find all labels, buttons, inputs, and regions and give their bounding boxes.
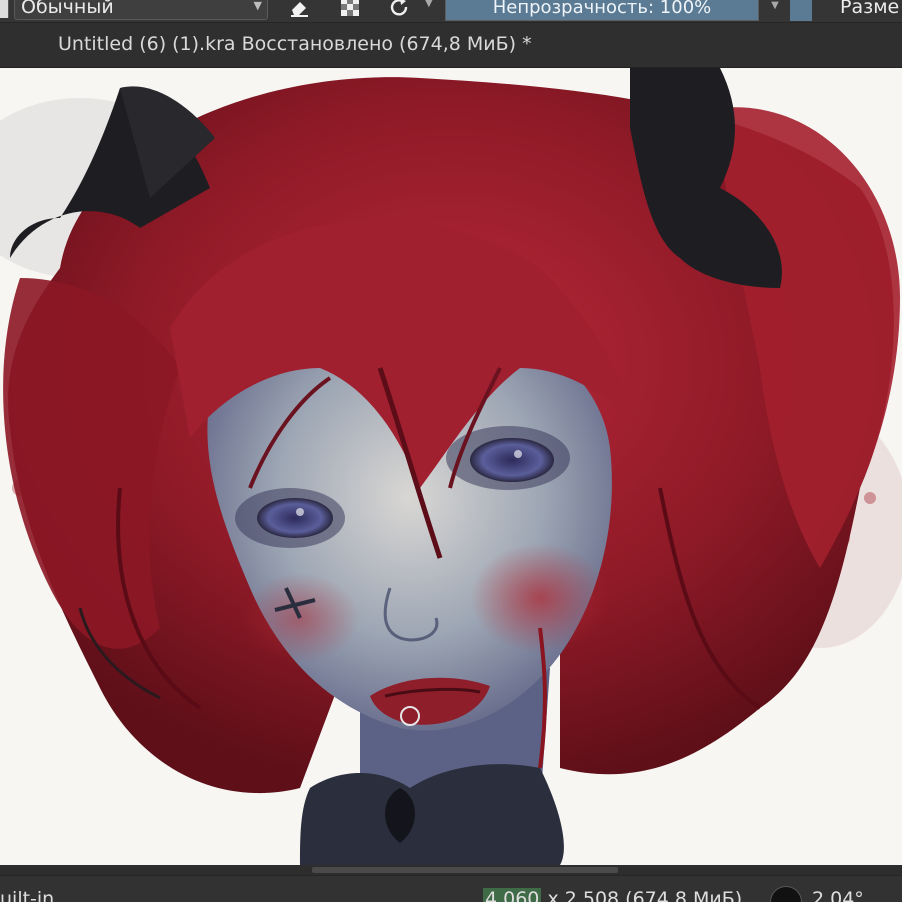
alpha-lock-icon[interactable]	[335, 0, 365, 19]
opacity-label: Непрозрачность: 100%	[492, 0, 712, 18]
color-profile-label: uilt-in	[0, 888, 55, 902]
document-tab-bar: Untitled (6) (1).kra Восстановлено (674,…	[0, 23, 902, 68]
tool-options-bar: Обычный ▼ ▼ Непрозрачность: 100% ▼ Разме	[0, 0, 902, 23]
image-width-value: 4 060	[483, 888, 542, 902]
blend-mode-select[interactable]: Обычный ▼	[14, 0, 268, 20]
document-tab-title[interactable]: Untitled (6) (1).kra Восстановлено (674,…	[58, 33, 532, 55]
canvas-horizontal-scrollbar[interactable]	[0, 865, 902, 875]
reload-menu-chevron-icon[interactable]: ▼	[425, 0, 433, 9]
rotation-icon[interactable]	[770, 886, 802, 902]
image-height-size-value: x 2 508 (674,8 МиБ)	[541, 888, 743, 902]
opacity-slider[interactable]: Непрозрачность: 100%	[445, 0, 759, 21]
size-slider-fill[interactable]	[790, 0, 812, 21]
size-label: Разме	[840, 0, 900, 18]
chevron-down-icon: ▼	[253, 0, 262, 12]
canvas-area[interactable]	[0, 68, 902, 865]
reload-preset-icon[interactable]	[384, 0, 414, 19]
rotation-value: 2,04°	[812, 888, 864, 902]
opacity-spin-down-icon[interactable]: ▼	[765, 0, 785, 19]
status-bar: uilt-in 4 060 x 2 508 (674,8 МиБ) 2,04°	[0, 875, 902, 902]
scrollbar-thumb[interactable]	[312, 867, 618, 873]
artwork-painting	[0, 68, 902, 865]
image-dimensions-label: 4 060 x 2 508 (674,8 МиБ)	[483, 888, 742, 902]
foreground-color-swatch[interactable]	[0, 0, 9, 18]
blend-mode-value: Обычный	[21, 0, 114, 18]
eraser-icon[interactable]	[284, 0, 314, 19]
